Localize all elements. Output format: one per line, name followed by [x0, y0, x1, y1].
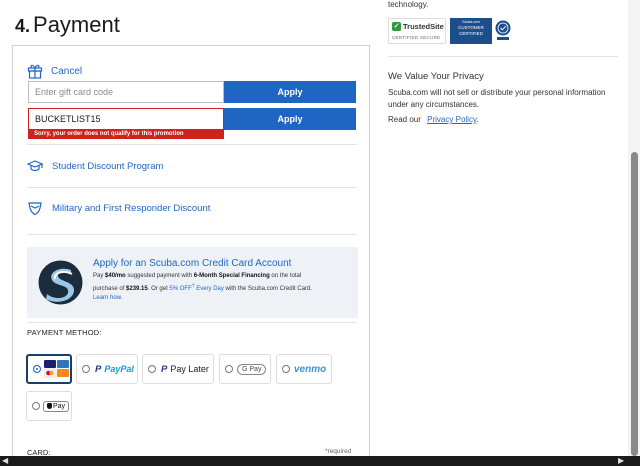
promo-discount: 5% OFF	[169, 285, 192, 292]
paypal-radio[interactable]	[82, 365, 90, 373]
sidebar: technology. ✓ TrustedSite CERTIFIED SECU…	[380, 0, 628, 466]
required-note: *required	[325, 448, 352, 455]
trust-badges: ✓ TrustedSite CERTIFIED SECURE Scuba.com…	[388, 18, 511, 44]
security-seal-icon	[495, 20, 511, 40]
gift-icon	[27, 64, 43, 79]
divider	[27, 234, 357, 235]
military-discount-option[interactable]: Military and First Responder Discount	[27, 200, 210, 216]
apple-icon	[47, 403, 52, 409]
gift-card-toggle[interactable]: Cancel	[27, 63, 82, 79]
gift-card-input[interactable]	[28, 81, 224, 103]
divider	[27, 322, 357, 323]
paypal-logo-icon: P	[95, 363, 102, 375]
student-discount-label: Student Discount Program	[52, 160, 164, 172]
promo-code-input[interactable]	[28, 108, 224, 130]
divider	[388, 56, 618, 57]
promo-text: purchase of	[93, 285, 127, 292]
promo-row: Apply	[28, 108, 356, 130]
paypal-p-icon: P	[161, 363, 168, 375]
apple-pay-label: Pay	[53, 402, 66, 410]
checkout-main: 4. Payment Cancel Apply Apply Sorry, you…	[0, 0, 380, 466]
payment-step-heading: 4. Payment	[15, 12, 120, 38]
divider	[27, 144, 357, 145]
gift-card-row: Apply	[28, 81, 356, 103]
google-pay-radio[interactable]	[225, 365, 233, 373]
promo-text: Pay	[93, 273, 106, 279]
venmo-label: venmo	[294, 363, 327, 375]
venmo-radio[interactable]	[282, 365, 290, 373]
step-number: 4.	[15, 16, 31, 36]
divider	[27, 187, 357, 188]
trustedsite-badge[interactable]: ✓ TrustedSite CERTIFIED SECURE	[388, 18, 446, 44]
check-icon: ✓	[392, 22, 401, 31]
google-pay-label: G Pay	[237, 363, 267, 375]
scroll-left-icon[interactable]: ◀	[2, 457, 8, 465]
paypal-label: PayPal	[104, 364, 134, 374]
promo-text: on the total	[269, 273, 302, 279]
promo-text: with the Scuba.com Credit Card.	[223, 285, 312, 292]
student-discount-option[interactable]: Student Discount Program	[27, 158, 163, 174]
customer-badge-line1: CUSTOMER	[458, 25, 484, 30]
privacy-body: Scuba.com will not sell or distribute yo…	[388, 88, 606, 109]
promo-total: $239.15	[126, 285, 148, 292]
credit-card-promo-text: Pay $40/mo suggested payment with 6-Mont…	[93, 272, 348, 304]
payment-option-pay-later[interactable]: P Pay Later	[142, 354, 214, 384]
gift-card-apply-button[interactable]: Apply	[224, 81, 356, 103]
horizontal-scrollbar[interactable]	[0, 456, 640, 466]
apple-pay-badge: Pay	[43, 400, 70, 412]
promo-amount: $40/mo	[105, 273, 126, 279]
shield-badge-icon	[28, 202, 42, 216]
trustedsite-subtitle: CERTIFIED SECURE	[392, 35, 441, 40]
privacy-read-text: Read our	[388, 115, 421, 124]
privacy-read-line: Read our Privacy Policy.	[388, 115, 479, 124]
pay-later-radio[interactable]	[148, 365, 156, 373]
credit-cards-icon	[44, 360, 69, 378]
payment-option-venmo[interactable]: venmo	[276, 354, 332, 384]
vertical-scrollbar-thumb[interactable]	[631, 152, 638, 456]
payment-method-label: PAYMENT METHOD:	[27, 328, 102, 337]
scroll-right-icon[interactable]: ▶	[618, 457, 624, 465]
payment-option-paypal[interactable]: P PayPal	[76, 354, 138, 384]
promo-financing: 6-Month Special Financing	[193, 273, 270, 279]
graduation-cap-icon	[27, 160, 43, 172]
cancel-gift-card-link[interactable]: Cancel	[51, 66, 82, 77]
pay-later-label: Pay Later	[170, 364, 209, 374]
step-title: Payment	[33, 12, 120, 37]
promo-text: . Or get	[147, 285, 170, 292]
learn-how-link[interactable]: Learn how.	[93, 295, 122, 301]
credit-card-promo-title[interactable]: Apply for an Scuba.com Credit Card Accou…	[93, 258, 291, 269]
sidebar-security-text: technology.	[388, 0, 429, 9]
scuba-logo-icon	[38, 260, 83, 305]
payment-panel: Cancel Apply Apply Sorry, your order doe…	[12, 45, 370, 466]
apple-pay-radio[interactable]	[32, 402, 40, 410]
payment-option-apple-pay[interactable]: Pay	[26, 391, 72, 421]
promo-text: suggested payment with	[125, 273, 194, 279]
promo-error-message: Sorry, your order does not qualify for t…	[28, 130, 224, 139]
promo-apply-button[interactable]: Apply	[224, 108, 356, 130]
customer-badge-top: Scuba.com	[462, 20, 480, 24]
privacy-policy-link[interactable]: Privacy Policy	[427, 115, 476, 124]
military-discount-label: Military and First Responder Discount	[52, 202, 211, 214]
privacy-period: .	[476, 115, 479, 124]
customer-badge-line2: CERTIFIED	[459, 31, 483, 36]
payment-option-card[interactable]	[26, 354, 72, 384]
credit-card-promo[interactable]: Apply for an Scuba.com Credit Card Accou…	[27, 247, 358, 318]
customer-certified-badge[interactable]: Scuba.com CUSTOMER CERTIFIED	[450, 18, 492, 44]
payment-option-google-pay[interactable]: G Pay	[219, 354, 271, 384]
promo-every-day: Every Day	[194, 285, 224, 292]
trustedsite-name-row: ✓ TrustedSite	[392, 22, 444, 31]
card-radio[interactable]	[33, 365, 41, 373]
trustedsite-name: TrustedSite	[403, 22, 444, 31]
privacy-title: We Value Your Privacy	[388, 71, 484, 82]
